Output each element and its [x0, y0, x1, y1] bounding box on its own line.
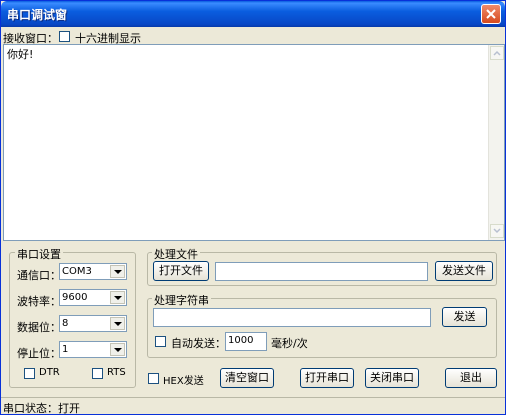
- serial-settings-title: 串口设置: [15, 246, 63, 262]
- baud-dropdown-icon[interactable]: [110, 291, 125, 304]
- databits-select[interactable]: 8: [59, 315, 127, 332]
- port-value: COM3: [62, 266, 92, 277]
- stopbits-select[interactable]: 1: [59, 341, 127, 358]
- chevron-down-icon: [493, 228, 501, 234]
- scroll-down-button[interactable]: [490, 224, 504, 238]
- rts-checkbox[interactable]: [92, 368, 103, 379]
- open-file-button[interactable]: 打开文件: [153, 261, 209, 281]
- databits-dropdown-icon[interactable]: [110, 317, 125, 330]
- databits-value: 8: [62, 318, 69, 329]
- send-string-input[interactable]: [153, 308, 431, 327]
- receive-vertical-scrollbar[interactable]: [488, 45, 504, 240]
- clear-window-button[interactable]: 清空窗口: [220, 368, 274, 388]
- auto-send-checkbox[interactable]: [155, 336, 166, 347]
- baud-select[interactable]: 9600: [59, 289, 127, 306]
- port-select[interactable]: COM3: [59, 263, 127, 280]
- file-group-title: 处理文件: [152, 246, 200, 262]
- baud-value: 9600: [62, 292, 88, 303]
- hex-display-checkbox[interactable]: [59, 31, 70, 42]
- serial-status-text: 串口状态：打开: [3, 402, 80, 415]
- exit-button[interactable]: 退出: [445, 368, 497, 388]
- send-file-button[interactable]: 发送文件: [435, 261, 493, 281]
- close-button[interactable]: [481, 4, 501, 24]
- receive-textarea[interactable]: 你好!: [3, 44, 505, 241]
- port-dropdown-icon[interactable]: [110, 265, 125, 278]
- chevron-up-icon: [493, 50, 501, 56]
- window-title: 串口调试窗: [7, 8, 68, 22]
- dtr-checkbox[interactable]: [24, 368, 35, 379]
- string-group-title: 处理字符串: [152, 292, 211, 308]
- open-port-button[interactable]: 打开串口: [300, 368, 354, 388]
- baud-label: 波特率：: [17, 295, 61, 308]
- scroll-up-button[interactable]: [490, 46, 504, 60]
- hex-send-label: HEX发送: [163, 376, 204, 387]
- interval-unit-label: 毫秒/次: [271, 337, 308, 350]
- stopbits-label: 停止位：: [17, 347, 61, 360]
- rts-label: RTS: [107, 367, 126, 378]
- receive-content: 你好!: [7, 48, 34, 61]
- title-bar[interactable]: 串口调试窗: [1, 1, 505, 27]
- dtr-label: DTR: [39, 367, 60, 378]
- send-button[interactable]: 发送: [442, 307, 487, 327]
- status-bar: 串口状态：打开: [1, 397, 505, 415]
- file-path-input[interactable]: [215, 262, 428, 281]
- close-icon: [486, 9, 496, 19]
- databits-label: 数据位：: [17, 321, 61, 334]
- interval-input[interactable]: 1000: [225, 332, 267, 351]
- auto-send-label: 自动发送：: [171, 337, 226, 350]
- port-label: 通信口：: [17, 269, 61, 282]
- hex-send-checkbox[interactable]: [148, 373, 159, 384]
- stopbits-dropdown-icon[interactable]: [110, 343, 125, 356]
- serial-debug-window: 串口调试窗 接收窗口： 十六进制显示 你好! 串口设置 通信口： COM3 波特…: [0, 0, 506, 415]
- stopbits-value: 1: [62, 344, 69, 355]
- close-port-button[interactable]: 关闭串口: [365, 368, 419, 388]
